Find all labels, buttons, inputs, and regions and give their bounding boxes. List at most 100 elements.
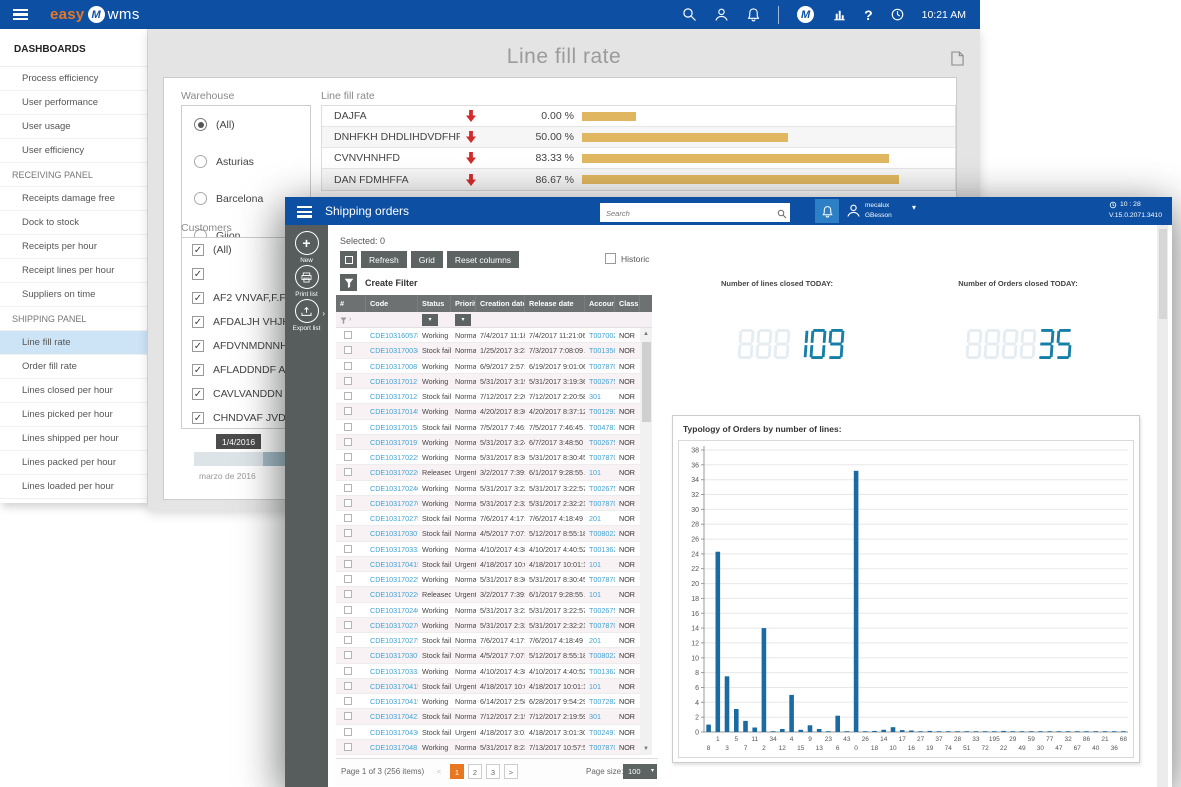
sidebar-item-receipt-lines-per-hour[interactable]: Receipt lines per hour <box>0 259 147 283</box>
cell-code[interactable]: CDE1031701456 <box>366 404 418 418</box>
sidebar-item-lines-closed-per-hour[interactable]: Lines closed per hour <box>0 379 147 403</box>
column-header-priority[interactable]: Priority <box>451 295 476 312</box>
scroll-down-icon[interactable]: ▼ <box>640 743 652 755</box>
mecalux-app-icon[interactable]: M <box>797 6 814 23</box>
row-checkbox[interactable] <box>344 636 352 644</box>
sidebar-item-process-efficiency[interactable]: Process efficiency <box>0 67 147 91</box>
order-row[interactable]: CDE1031703325WorkingNormal4/10/2017 4:38… <box>336 664 652 679</box>
sidebar-item-lines-packed-per-hour[interactable]: Lines packed per hour <box>0 451 147 475</box>
cell-code[interactable]: CDE1031703325 <box>366 542 418 556</box>
column-header-class[interactable]: Class <box>615 295 640 312</box>
cell-code[interactable]: CDE1031704226 <box>366 709 418 723</box>
sidebar-item-line-fill-rate[interactable]: Line fill rate <box>0 331 147 355</box>
sidebar-item-lines-shipped-per-hour[interactable]: Lines shipped per hour <box>0 427 147 451</box>
cell-code[interactable]: CDE1031702250 <box>366 450 418 464</box>
warehouse-option-all[interactable]: (All) <box>182 106 310 143</box>
new-button[interactable]: + New <box>285 231 328 264</box>
historic-checkbox[interactable] <box>605 253 616 264</box>
cell-code[interactable]: CDE1031704153 <box>366 679 418 693</box>
row-checkbox[interactable] <box>344 606 352 614</box>
row-checkbox[interactable] <box>344 529 352 537</box>
row-checkbox[interactable] <box>344 514 352 522</box>
notifications-bell-icon[interactable] <box>746 7 761 22</box>
row-checkbox[interactable] <box>344 697 352 705</box>
shipping-menu-icon[interactable] <box>297 206 312 218</box>
page-size-select[interactable]: 100▾ <box>623 764 657 779</box>
column-header-code[interactable]: Code <box>366 295 418 312</box>
historic-toggle[interactable]: Historic <box>605 253 649 264</box>
row-checkbox[interactable] <box>344 392 352 400</box>
panel-scrollbar[interactable] <box>1157 225 1168 787</box>
row-filter-funnel-icon[interactable] <box>340 311 347 329</box>
pager-page-3[interactable]: 3 <box>486 764 500 779</box>
user-menu[interactable]: mecalux GBesson <box>865 201 892 221</box>
cell-code[interactable]: CDE1031702406 <box>366 481 418 495</box>
warehouse-option-asturias[interactable]: Asturias <box>182 143 310 180</box>
cell-code[interactable]: CDE1031605782 <box>366 328 418 342</box>
order-row[interactable]: CDE1031702250WorkingNormal5/31/2017 8:30… <box>336 450 652 465</box>
user-menu-chevron-icon[interactable]: ▾ <box>912 203 916 212</box>
pager-next[interactable]: > <box>504 764 518 779</box>
order-row[interactable]: CDE1031701214WorkingNormal5/31/2017 3:19… <box>336 374 652 389</box>
order-row[interactable]: CDE1031703075Stock failureNormal4/5/2017… <box>336 526 652 541</box>
sidebar-item-lines-loaded-per-hour[interactable]: Lines loaded per hour <box>0 475 147 499</box>
cell-code[interactable]: CDE1031702406 <box>366 603 418 617</box>
sidebar-item-user-usage[interactable]: User usage <box>0 115 147 139</box>
cell-code[interactable]: CDE1031703075 <box>366 526 418 540</box>
table-scrollbar[interactable]: ▲ ▼ <box>640 328 652 755</box>
row-checkbox[interactable] <box>344 590 352 598</box>
row-checkbox[interactable] <box>344 560 352 568</box>
row-checkbox[interactable] <box>344 453 352 461</box>
search-submit-icon[interactable] <box>777 206 787 216</box>
order-row[interactable]: CDE1031704194WorkingNormal6/14/2017 2:58… <box>336 694 652 709</box>
menu-icon[interactable] <box>13 9 28 21</box>
cell-code[interactable]: CDE1031703325 <box>366 664 418 678</box>
cell-code[interactable]: CDE1031701214 <box>366 374 418 388</box>
row-checkbox[interactable] <box>344 484 352 492</box>
order-row[interactable]: CDE1031702266ReleasedUrgent3/2/2017 7:39… <box>336 587 652 602</box>
cell-code[interactable]: CDE1031704304 <box>366 725 418 739</box>
user-icon[interactable] <box>714 7 729 22</box>
order-row[interactable]: CDE1031703325WorkingNormal4/10/2017 4:38… <box>336 542 652 557</box>
order-row[interactable]: CDE1031704153Stock failureUrgent4/18/201… <box>336 557 652 572</box>
order-row[interactable]: CDE1031701531Stock failureNormal7/5/2017… <box>336 420 652 435</box>
row-checkbox[interactable] <box>344 423 352 431</box>
row-checkbox[interactable] <box>344 545 352 553</box>
order-row[interactable]: CDE1031702702WorkingNormal5/31/2017 2:32… <box>336 496 652 511</box>
row-checkbox[interactable] <box>344 667 352 675</box>
row-checkbox[interactable] <box>344 377 352 385</box>
cell-code[interactable]: CDE1031704816 <box>366 740 418 754</box>
cell-code[interactable]: CDE1031700871 <box>366 359 418 373</box>
order-row[interactable]: CDE1031704153Stock failureUrgent4/18/201… <box>336 679 652 694</box>
order-row[interactable]: CDE1031704304Stock failureUrgent4/18/201… <box>336 725 652 740</box>
row-checkbox[interactable] <box>344 682 352 690</box>
column-header-creation-date[interactable]: Creation date▼ <box>476 295 525 312</box>
order-row[interactable]: CDE1031700388Stock failureNormal1/25/201… <box>336 343 652 358</box>
order-row[interactable]: CDE1031701237Stock failureNormal7/12/201… <box>336 389 652 404</box>
order-row[interactable]: CDE1031704226Stock failureNormal7/12/201… <box>336 709 652 724</box>
filter-dropdown-priority[interactable]: ▾ <box>455 314 471 326</box>
cell-code[interactable]: CDE1031702250 <box>366 572 418 586</box>
row-checkbox[interactable] <box>344 331 352 339</box>
refresh-button[interactable]: Refresh <box>361 251 407 268</box>
row-checkbox[interactable] <box>344 499 352 507</box>
pager-page-1[interactable]: 1 <box>450 764 464 779</box>
dashboard-chart-icon[interactable] <box>832 7 847 22</box>
order-row[interactable]: CDE1031702702WorkingNormal5/31/2017 2:32… <box>336 618 652 633</box>
order-row[interactable]: CDE1031702754Stock failureNormal7/6/2017… <box>336 633 652 648</box>
print-list-button[interactable]: Print list <box>285 265 328 298</box>
cell-code[interactable]: CDE1031700388 <box>366 343 418 357</box>
sidebar-item-order-fill-rate[interactable]: Order fill rate <box>0 355 147 379</box>
row-checkbox[interactable] <box>344 438 352 446</box>
cell-code[interactable]: CDE1031704153 <box>366 557 418 571</box>
row-checkbox[interactable] <box>344 728 352 736</box>
row-checkbox[interactable] <box>344 712 352 720</box>
order-row[interactable]: CDE1031700871WorkingNormal6/9/2017 2:57:… <box>336 359 652 374</box>
sidebar-item-user-performance[interactable]: User performance <box>0 91 147 115</box>
scroll-up-icon[interactable]: ▲ <box>640 328 652 340</box>
sidebar-item-dock-to-stock[interactable]: Dock to stock <box>0 211 147 235</box>
row-checkbox[interactable] <box>344 621 352 629</box>
cell-code[interactable]: CDE1031702702 <box>366 618 418 632</box>
cell-code[interactable]: CDE1031704194 <box>366 694 418 708</box>
filter-funnel-icon[interactable] <box>340 274 357 291</box>
